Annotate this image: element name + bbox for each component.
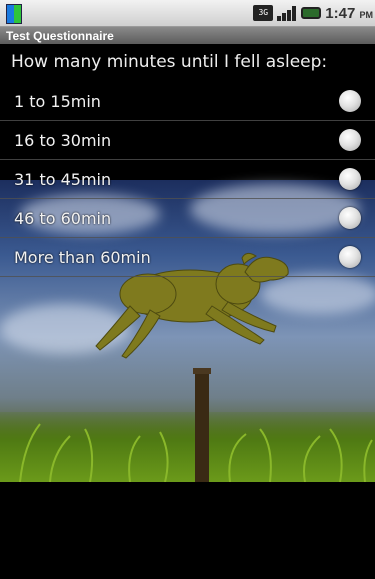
question-text: How many minutes until I fell asleep: <box>11 52 328 72</box>
status-icons: 3G 1:47 PM <box>253 0 373 26</box>
option-1-to-15[interactable]: 1 to 15min <box>0 82 375 121</box>
radio-button[interactable] <box>339 168 361 190</box>
app-title-bar: Test Questionnaire <box>0 26 375 44</box>
option-label: 1 to 15min <box>14 92 101 111</box>
radio-button[interactable] <box>339 129 361 151</box>
radio-button[interactable] <box>339 90 361 112</box>
option-label: 31 to 45min <box>14 170 112 189</box>
battery-icon <box>301 7 322 19</box>
radio-button[interactable] <box>339 207 361 229</box>
radio-button[interactable] <box>339 246 361 268</box>
network-type-icon: 3G <box>253 5 274 21</box>
fence-post <box>195 370 209 482</box>
option-46-to-60[interactable]: 46 to 60min <box>0 199 375 238</box>
option-label: More than 60min <box>14 248 151 267</box>
app-logo-icon <box>6 4 22 24</box>
option-16-to-30[interactable]: 16 to 30min <box>0 121 375 160</box>
option-31-to-45[interactable]: 31 to 45min <box>0 160 375 199</box>
answer-options-list: 1 to 15min 16 to 30min 31 to 45min 46 to… <box>0 82 375 277</box>
signal-strength-icon <box>277 5 297 21</box>
status-time: 1:47 PM <box>325 4 373 22</box>
option-label: 46 to 60min <box>14 209 112 228</box>
status-bar: 3G 1:47 PM <box>0 0 375 26</box>
option-more-than-60[interactable]: More than 60min <box>0 238 375 277</box>
option-label: 16 to 30min <box>14 131 112 150</box>
